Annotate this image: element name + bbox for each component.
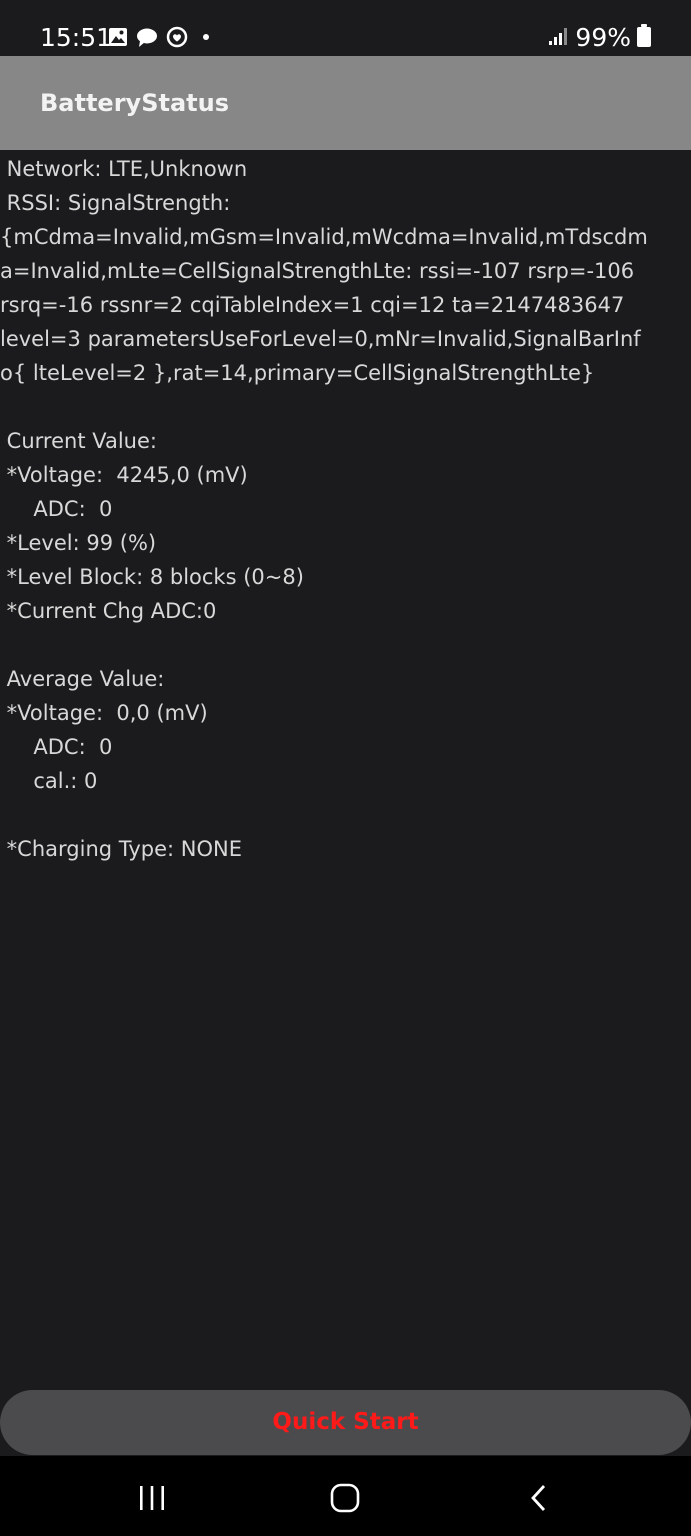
info-line: *Voltage: 0,0 (mV) <box>0 701 208 725</box>
notification-icons <box>108 26 216 52</box>
home-icon[interactable] <box>315 1470 375 1526</box>
info-line: ADC: 0 <box>0 497 113 521</box>
messenger-icon <box>166 26 188 52</box>
navigation-bar <box>0 1456 691 1536</box>
app-bar: BatteryStatus <box>0 56 691 150</box>
recents-icon[interactable] <box>122 1470 182 1526</box>
info-line: ADC: 0 <box>0 735 113 759</box>
gallery-icon <box>108 27 128 51</box>
info-line: {mCdma=Invalid,mGsm=Invalid,mWcdma=Inval… <box>0 225 648 249</box>
info-line: cal.: 0 <box>0 769 98 793</box>
back-icon[interactable] <box>509 1470 569 1526</box>
status-bar: 15:51 99% <box>0 0 691 56</box>
info-line <box>0 798 691 832</box>
info-line: *Current Chg ADC:0 <box>0 599 217 623</box>
info-line: Average Value: <box>0 667 165 691</box>
quick-start-button[interactable]: Quick Start <box>0 1390 691 1455</box>
chat-icon <box>136 27 158 51</box>
battery-icon <box>637 24 651 52</box>
info-line: Current Value: <box>0 429 157 453</box>
info-line: o{ lteLevel=2 },rat=14,primary=CellSigna… <box>0 361 595 385</box>
info-line: a=Invalid,mLte=CellSignalStrengthLte: rs… <box>0 259 635 283</box>
info-line: level=3 parametersUseForLevel=0,mNr=Inva… <box>0 327 641 351</box>
info-line: *Level Block: 8 blocks (0~8) <box>0 565 304 589</box>
status-time: 15:51 <box>40 23 113 52</box>
battery-percent: 99% <box>575 23 631 52</box>
dot-icon <box>196 27 216 51</box>
signal-icon <box>547 26 569 50</box>
info-line <box>0 628 691 662</box>
status-right: 99% <box>547 22 651 54</box>
info-line <box>0 390 691 424</box>
info-line: *Charging Type: NONE <box>0 837 242 861</box>
info-line: *Voltage: 4245,0 (mV) <box>0 463 248 487</box>
info-line: RSSI: SignalStrength: <box>0 191 231 215</box>
info-line: *Level: 99 (%) <box>0 531 157 555</box>
battery-info-text: Network: LTE,Unknown RSSI: SignalStrengt… <box>0 152 691 866</box>
info-line: Network: LTE,Unknown <box>0 157 248 181</box>
app-title: BatteryStatus <box>40 89 229 117</box>
info-line: rsrq=-16 rssnr=2 cqiTableIndex=1 cqi=12 … <box>0 293 625 317</box>
